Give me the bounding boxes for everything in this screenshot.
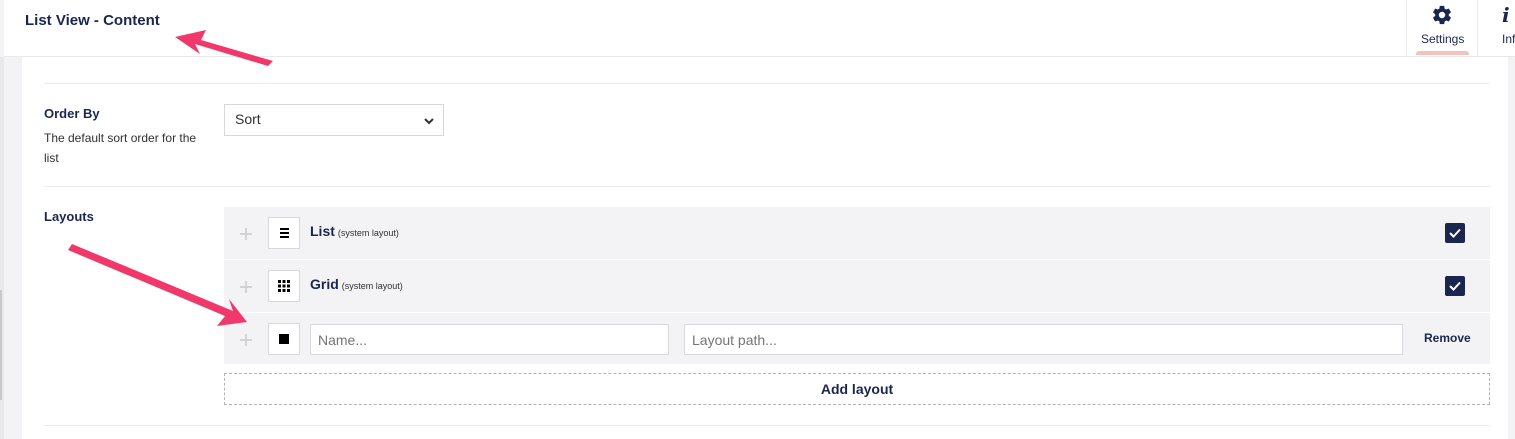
- editor-header: List View - Content Settings i Inf: [0, 0, 1515, 57]
- layout-path-input[interactable]: [684, 324, 1403, 355]
- divider-bottom: [44, 425, 1490, 426]
- layout-name-list-text: List: [310, 223, 335, 239]
- list-icon[interactable]: [268, 217, 300, 249]
- layout-name-grid-text: Grid: [310, 276, 339, 292]
- square-icon[interactable]: [268, 323, 300, 355]
- layouts-label: Layouts: [44, 209, 94, 224]
- properties-panel: Order By The default sort order for the …: [22, 57, 1508, 439]
- header-left-border: [0, 0, 4, 57]
- layouts-list: List (system layout) Grid (system layout): [224, 207, 1490, 364]
- layout-row-new: Remove: [224, 313, 1490, 365]
- info-icon: i: [1502, 3, 1510, 27]
- layout-grid-checkbox[interactable]: [1445, 276, 1465, 296]
- page-title: List View - Content: [25, 12, 160, 29]
- layout-system-tag: (system layout): [341, 281, 403, 291]
- add-layout-button[interactable]: Add layout: [224, 373, 1490, 405]
- order-by-label: Order By: [44, 106, 100, 121]
- app-info-label: Inf: [1502, 32, 1515, 46]
- drag-handle-icon[interactable]: [240, 227, 252, 240]
- remove-layout-button[interactable]: Remove: [1424, 331, 1471, 345]
- divider-middle: [44, 186, 1490, 187]
- layout-name-list: List (system layout): [310, 223, 399, 239]
- layout-row-grid: Grid (system layout): [224, 260, 1490, 312]
- divider-top: [44, 83, 1490, 84]
- layout-name-input[interactable]: [310, 324, 669, 355]
- layout-name-grid: Grid (system layout): [310, 276, 403, 292]
- active-app-indicator: [1416, 51, 1469, 55]
- app-settings-button[interactable]: Settings: [1406, 0, 1477, 57]
- drag-handle-icon[interactable]: [240, 333, 252, 346]
- grid-icon[interactable]: [268, 270, 300, 302]
- order-by-selected-value: Sort: [235, 111, 261, 127]
- chevron-down-icon: [423, 114, 435, 126]
- order-by-select[interactable]: Sort: [224, 104, 444, 136]
- drag-handle-icon[interactable]: [240, 280, 252, 293]
- app-info-button[interactable]: i Inf: [1477, 0, 1515, 57]
- layout-list-checkbox[interactable]: [1445, 223, 1465, 243]
- layout-system-tag: (system layout): [337, 228, 399, 238]
- left-edge-scroll-marker: [0, 290, 2, 400]
- app-settings-label: Settings: [1421, 32, 1465, 46]
- layout-row-list: List (system layout): [224, 207, 1490, 259]
- order-by-description: The default sort order for the list: [44, 131, 197, 165]
- gear-icon: [1431, 4, 1453, 31]
